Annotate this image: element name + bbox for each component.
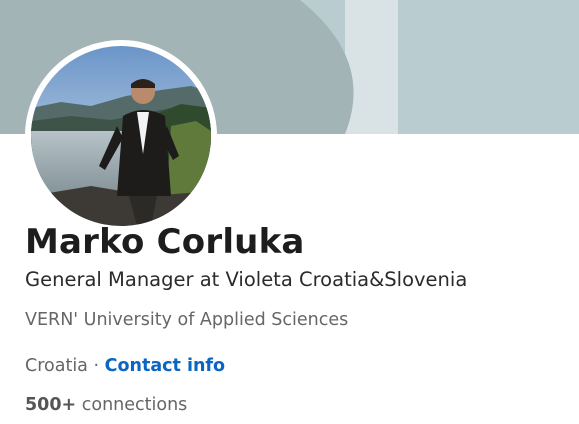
profile-headline: General Manager at Violeta Croatia&Slove… xyxy=(25,268,468,291)
connections-row[interactable]: 500+ connections xyxy=(25,395,187,415)
profile-name: Marko Corluka xyxy=(25,222,305,262)
contact-info-link[interactable]: Contact info xyxy=(105,356,225,376)
connections-count: 500+ xyxy=(25,395,77,415)
location-row: Croatia · Contact info xyxy=(25,356,225,376)
location-text: Croatia xyxy=(25,356,88,376)
separator-dot: · xyxy=(87,356,105,376)
profile-photo[interactable] xyxy=(25,40,217,232)
connections-label: connections xyxy=(76,395,188,415)
profile-school[interactable]: VERN' University of Applied Sciences xyxy=(25,310,348,330)
avatar-image xyxy=(31,46,211,226)
